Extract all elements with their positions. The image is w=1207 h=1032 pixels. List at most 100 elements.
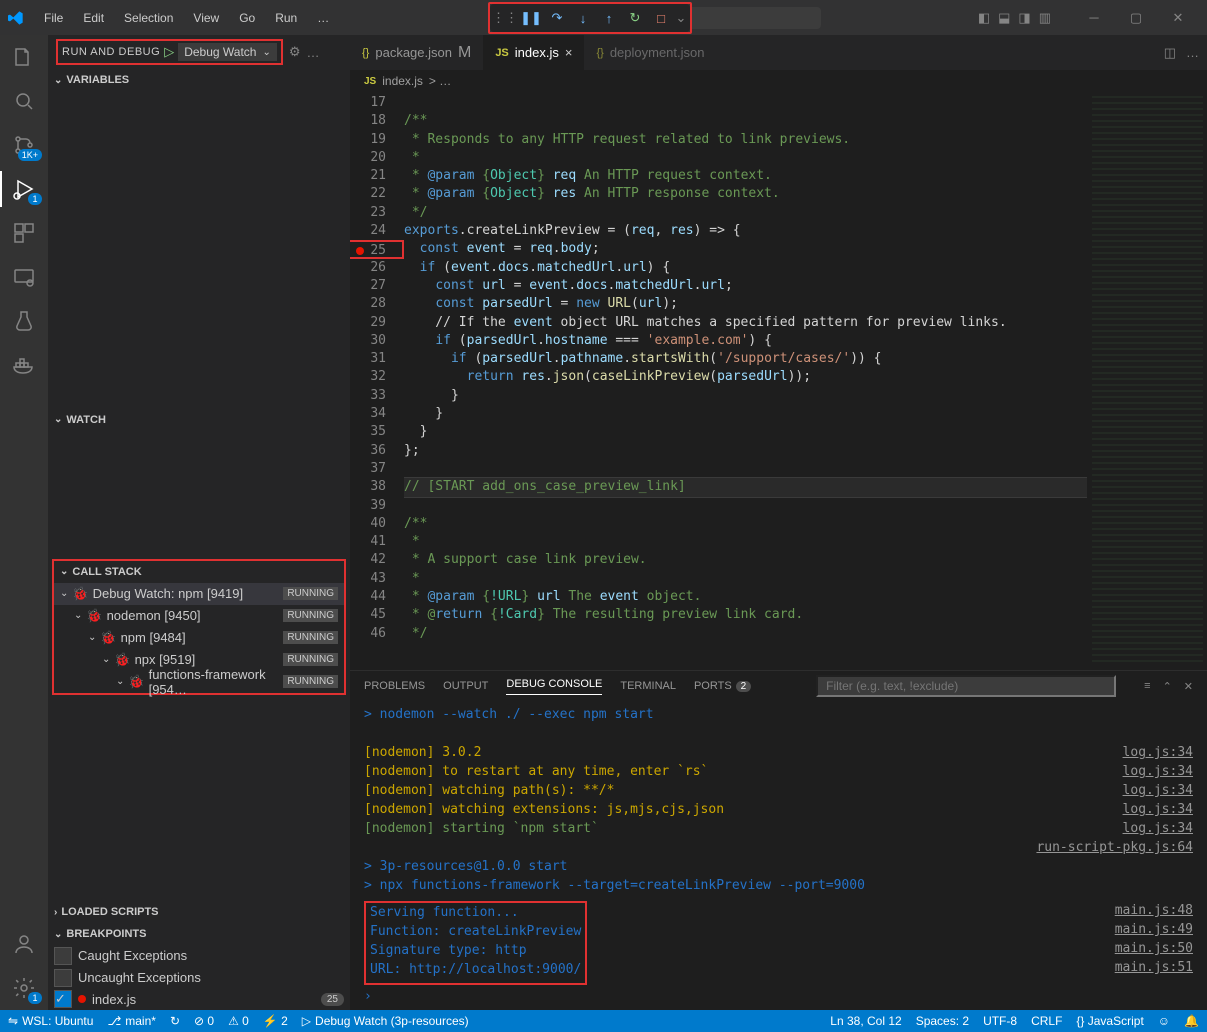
panel-tab-terminal[interactable]: TERMINAL xyxy=(620,680,676,692)
split-editor-icon[interactable]: ◫ xyxy=(1164,45,1176,61)
toggle-sidebar-right-icon[interactable]: ◨ xyxy=(1018,10,1030,26)
menu-view[interactable]: View xyxy=(185,7,227,29)
status-language[interactable]: {} JavaScript xyxy=(1076,1014,1143,1028)
console-source-link[interactable]: main.js:50 xyxy=(1115,941,1193,960)
start-debugging-icon[interactable]: ▷ xyxy=(164,44,174,60)
checkbox-icon[interactable] xyxy=(54,947,72,965)
section-watch[interactable]: ⌄WATCH xyxy=(48,409,350,431)
callstack-item[interactable]: ⌄🐞Debug Watch: npm [9419]RUNNING xyxy=(54,583,344,605)
section-breakpoints[interactable]: ⌄BREAKPOINTS xyxy=(48,923,350,945)
section-loaded-scripts[interactable]: ›LOADED SCRIPTS xyxy=(48,902,350,924)
window-maximize-icon[interactable]: ▢ xyxy=(1115,3,1157,33)
console-source-link[interactable]: log.js:34 xyxy=(1123,783,1193,798)
step-into-icon[interactable]: ↓ xyxy=(570,6,596,30)
console-source-link[interactable]: log.js:34 xyxy=(1123,821,1193,836)
editor-code[interactable]: /** * Responds to any HTTP request relat… xyxy=(404,92,1087,670)
console-source-link[interactable]: log.js:34 xyxy=(1123,764,1193,779)
menu-edit[interactable]: Edit xyxy=(75,7,112,29)
callstack-item[interactable]: ⌄🐞functions-framework [954…RUNNING xyxy=(54,671,344,693)
status-encoding[interactable]: UTF-8 xyxy=(983,1014,1017,1028)
activity-source-control[interactable]: 1K+ xyxy=(10,131,38,159)
activity-search[interactable] xyxy=(10,87,38,115)
status-remote[interactable]: ⇋WSL: Ubuntu xyxy=(8,1014,93,1028)
activity-accounts[interactable] xyxy=(10,930,38,958)
editor[interactable]: 1718192021222324252627282930313233343536… xyxy=(350,92,1207,670)
breakpoint-caught[interactable]: Caught Exceptions xyxy=(48,945,350,967)
console-source-link[interactable]: log.js:34 xyxy=(1123,802,1193,817)
panel-maximize-icon[interactable]: ⌃ xyxy=(1163,680,1172,693)
activity-explorer[interactable] xyxy=(10,43,38,71)
more-icon[interactable]: … xyxy=(307,45,320,60)
breadcrumb[interactable]: JS index.js > … xyxy=(350,70,1207,92)
pause-icon[interactable]: ❚❚ xyxy=(518,6,544,30)
checkbox-checked-icon[interactable]: ✓ xyxy=(54,990,72,1008)
status-lncol[interactable]: Ln 38, Col 12 xyxy=(830,1014,901,1028)
callstack-item[interactable]: ⌄🐞npm [9484]RUNNING xyxy=(54,627,344,649)
debug-console[interactable]: > nodemon --watch ./ --exec npm start [n… xyxy=(350,701,1207,1010)
window-close-icon[interactable]: ✕ xyxy=(1157,3,1199,33)
editor-gutter[interactable]: 1718192021222324252627282930313233343536… xyxy=(350,92,404,670)
status-notifications[interactable]: 🔔 xyxy=(1184,1014,1199,1028)
activity-testing[interactable] xyxy=(10,307,38,335)
status-ports[interactable]: ⚡ 2 xyxy=(263,1014,288,1028)
breadcrumb-file: index.js xyxy=(382,74,423,88)
window-minimize-icon[interactable]: ─ xyxy=(1073,3,1115,33)
close-icon[interactable]: × xyxy=(565,45,573,60)
menu-run[interactable]: Run xyxy=(267,7,305,29)
status-branch[interactable]: ⎇main* xyxy=(107,1014,156,1028)
debug-config-selector[interactable]: Debug Watch ⌄ xyxy=(178,43,277,61)
breakpoint-file[interactable]: ✓index.js25 xyxy=(48,988,350,1010)
status-debug[interactable]: ▷Debug Watch (3p-resources) xyxy=(302,1014,469,1028)
panel-tab-problems[interactable]: PROBLEMS xyxy=(364,680,425,692)
panel-tab-output[interactable]: OUTPUT xyxy=(443,680,488,692)
status-feedback[interactable]: ☺ xyxy=(1158,1014,1170,1028)
customize-layout-icon[interactable]: ▥ xyxy=(1039,10,1051,26)
section-variables[interactable]: ⌄VARIABLES xyxy=(48,69,350,91)
editor-tab[interactable]: {}deployment.json xyxy=(584,35,716,70)
section-callstack[interactable]: ⌄CALL STACK xyxy=(54,561,344,583)
status-eol[interactable]: CRLF xyxy=(1031,1014,1062,1028)
activity-run-debug[interactable]: 1 xyxy=(10,175,38,203)
menu-more[interactable]: … xyxy=(309,7,337,29)
panel-close-icon[interactable]: ✕ xyxy=(1184,680,1193,693)
activity-extensions[interactable] xyxy=(10,219,38,247)
step-out-icon[interactable]: ↑ xyxy=(596,6,622,30)
menu-go[interactable]: Go xyxy=(231,7,263,29)
console-source-link[interactable]: main.js:51 xyxy=(1115,960,1193,979)
console-source-link[interactable]: log.js:34 xyxy=(1123,745,1193,760)
gear-icon[interactable]: ⚙ xyxy=(289,44,301,60)
console-prompt[interactable]: › xyxy=(364,989,1193,1004)
minimap[interactable] xyxy=(1087,92,1207,670)
panel-tab-ports[interactable]: PORTS2 xyxy=(694,680,751,692)
panel-tab-debug-console[interactable]: DEBUG CONSOLE xyxy=(506,678,602,695)
branch-icon: ⎇ xyxy=(107,1014,121,1028)
stop-icon[interactable]: □ xyxy=(648,6,674,30)
status-sync[interactable]: ↻ xyxy=(170,1014,180,1028)
status-errors[interactable]: ⊘ 0 xyxy=(194,1014,214,1028)
breakpoint-uncaught[interactable]: Uncaught Exceptions xyxy=(48,967,350,989)
drag-handle-icon[interactable]: ⋮⋮ xyxy=(492,6,518,30)
editor-more-icon[interactable]: … xyxy=(1186,45,1199,60)
menu-file[interactable]: File xyxy=(36,7,71,29)
console-source-link[interactable]: run-script-pkg.js:64 xyxy=(1036,840,1193,855)
toggle-panel-icon[interactable]: ⬓ xyxy=(998,10,1010,26)
checkbox-icon[interactable] xyxy=(54,969,72,987)
status-warnings[interactable]: ⚠ 0 xyxy=(228,1014,249,1028)
callstack-item[interactable]: ⌄🐞nodemon [9450]RUNNING xyxy=(54,605,344,627)
debug-target-chevron-icon[interactable]: ⌄ xyxy=(674,6,688,30)
console-line xyxy=(364,726,372,741)
toggle-sidebar-left-icon[interactable]: ◧ xyxy=(978,10,990,26)
console-source-link[interactable]: main.js:48 xyxy=(1115,903,1193,922)
restart-icon[interactable]: ↻ xyxy=(622,6,648,30)
status-spaces[interactable]: Spaces: 2 xyxy=(916,1014,969,1028)
activity-settings[interactable]: 1 xyxy=(10,974,38,1002)
menu-selection[interactable]: Selection xyxy=(116,7,181,29)
editor-tab[interactable]: {}package.jsonM xyxy=(350,35,483,70)
activity-docker[interactable] xyxy=(10,351,38,379)
editor-tab[interactable]: JSindex.js× xyxy=(483,35,584,70)
console-settings-icon[interactable]: ≡ xyxy=(1144,680,1150,693)
console-filter-input[interactable] xyxy=(816,675,1116,697)
console-source-link[interactable]: main.js:49 xyxy=(1115,922,1193,941)
step-over-icon[interactable]: ↷ xyxy=(544,6,570,30)
activity-remote[interactable] xyxy=(10,263,38,291)
